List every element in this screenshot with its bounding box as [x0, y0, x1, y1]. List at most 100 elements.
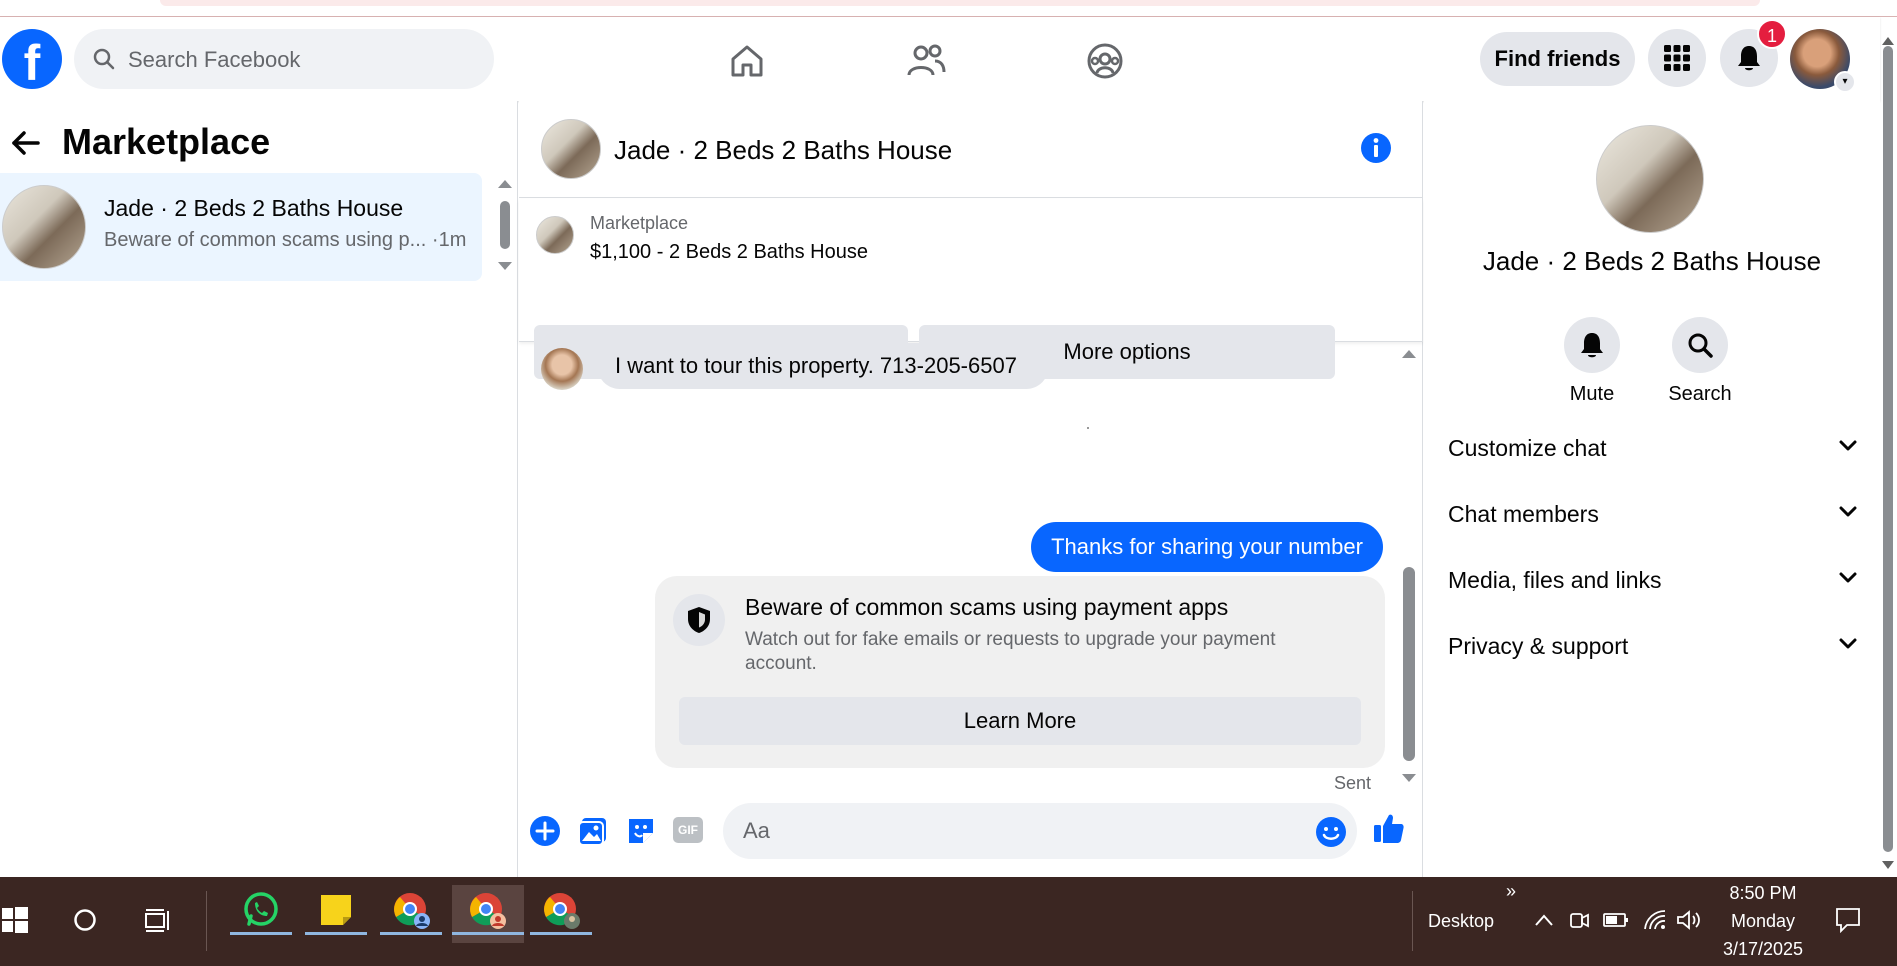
windows-taskbar: Desktop » 8:50 PM Monday 3/17/2025	[0, 877, 1897, 966]
search-label: Search	[1668, 383, 1732, 405]
section-label: Privacy & support	[1448, 633, 1629, 659]
task-view-icon[interactable]	[144, 908, 172, 932]
back-arrow-icon[interactable]	[10, 127, 42, 159]
section-label: Customize chat	[1448, 435, 1607, 461]
plus-icon[interactable]	[529, 815, 561, 847]
sticky-notes-taskbar-button[interactable]	[305, 885, 367, 943]
thread-scrollbar[interactable]	[1403, 567, 1415, 761]
scam-warning-title: Beware of common scams using payment app…	[745, 594, 1229, 620]
customize-chat-section[interactable]: Customize chat	[1448, 419, 1858, 479]
message-input[interactable]: Aa	[723, 803, 1357, 859]
sidebar-scrollbar[interactable]	[500, 201, 510, 249]
listing-banner: Marketplace $1,100 - 2 Beds 2 Baths Hous…	[519, 199, 1423, 379]
section-label: Media, files and links	[1448, 567, 1662, 593]
sticker-icon[interactable]	[625, 815, 657, 847]
listing-thumbnail[interactable]	[536, 216, 574, 254]
message-thread: I want to tour this property. 713-205-65…	[519, 343, 1423, 797]
taskbar-separator	[1412, 891, 1413, 951]
scroll-up-arrow-icon[interactable]	[497, 179, 513, 189]
sticky-notes-icon	[321, 895, 351, 925]
bell-icon	[1581, 333, 1603, 358]
clock-date[interactable]: 3/17/2025	[1714, 939, 1812, 960]
sent-status: Sent	[1334, 773, 1372, 793]
gif-icon[interactable]: GIF	[673, 817, 703, 843]
taskbar-running-indicator	[380, 932, 442, 935]
search-icon	[93, 48, 115, 70]
meet-now-icon[interactable]	[1568, 909, 1590, 931]
incoming-message[interactable]: I want to tour this property. 713-205-65…	[597, 343, 1049, 389]
scroll-down-arrow-icon[interactable]	[1401, 773, 1417, 783]
chevron-down-icon	[1839, 572, 1857, 583]
toolbar-overflow-icon[interactable]: »	[1506, 881, 1516, 902]
page-scrollbar[interactable]	[1883, 46, 1893, 852]
chrome-icon	[470, 893, 506, 929]
scroll-down-arrow-icon[interactable]	[1881, 860, 1895, 870]
listing-thumbnail	[2, 185, 86, 269]
browser-tab-edge	[160, 0, 1760, 6]
chat-header: Jade · 2 Beds 2 Baths House	[519, 101, 1423, 198]
info-icon[interactable]	[1359, 131, 1393, 165]
bell-icon	[1738, 46, 1760, 71]
chrome-icon	[394, 893, 430, 929]
outgoing-message[interactable]: Thanks for sharing your number	[1031, 522, 1383, 572]
menu-button[interactable]	[1648, 29, 1706, 87]
friends-icon[interactable]	[904, 39, 948, 83]
wifi-icon[interactable]	[1643, 909, 1667, 931]
media-files-links-section[interactable]: Media, files and links	[1448, 551, 1858, 611]
photo-icon[interactable]	[577, 815, 609, 847]
action-center-icon[interactable]	[1835, 907, 1861, 933]
learn-more-button[interactable]: Learn More	[679, 697, 1361, 745]
battery-icon[interactable]	[1603, 911, 1629, 929]
home-icon[interactable]	[725, 39, 769, 83]
emoji-icon[interactable]	[1315, 816, 1347, 848]
search-in-chat-button[interactable]: Search	[1652, 317, 1748, 406]
clock-time[interactable]: 8:50 PM	[1720, 883, 1806, 904]
taskbar-running-indicator	[530, 932, 592, 935]
top-navigation-bar: f Search Facebook Find friends 1 ▾	[0, 17, 1880, 101]
listing-price[interactable]: $1,100 - 2 Beds 2 Baths House	[590, 241, 868, 264]
chrome-profile-2-taskbar-button[interactable]	[452, 885, 524, 943]
page-title: Marketplace	[62, 121, 271, 162]
account-avatar[interactable]: ▾	[1790, 29, 1856, 93]
facebook-logo[interactable]: f	[2, 29, 62, 89]
details-name: Jade · 2 Beds 2 Baths House	[1482, 246, 1822, 276]
volume-icon[interactable]	[1676, 909, 1702, 931]
taskbar-running-indicator	[305, 932, 367, 935]
thumbs-up-icon[interactable]	[1372, 811, 1406, 845]
app-grid-icon	[1664, 45, 1690, 71]
chat-avatar[interactable]	[541, 119, 601, 179]
scam-warning-body: Watch out for fake emails or requests to…	[745, 629, 1276, 674]
privacy-support-section[interactable]: Privacy & support	[1448, 617, 1858, 677]
chrome-profile-3-taskbar-button[interactable]	[530, 885, 592, 943]
windows-start-icon[interactable]	[2, 907, 28, 933]
chevron-down-icon	[1839, 506, 1857, 517]
section-label: Chat members	[1448, 501, 1599, 527]
scroll-down-arrow-icon[interactable]	[497, 261, 513, 271]
notification-badge: 1	[1757, 19, 1787, 49]
desktop-toolbar-label[interactable]: Desktop	[1428, 911, 1494, 932]
search-facebook-input[interactable]: Search Facebook	[74, 29, 494, 89]
whatsapp-taskbar-button[interactable]	[230, 885, 292, 943]
chat-details-panel: Jade · 2 Beds 2 Baths House Mute Search …	[1424, 101, 1880, 877]
search-icon	[1688, 333, 1713, 358]
scroll-up-arrow-icon[interactable]	[1401, 349, 1417, 359]
chats-sidebar: Marketplace Jade · 2 Beds 2 Baths House …	[0, 101, 518, 877]
conversation-list-item[interactable]: Jade · 2 Beds 2 Baths House Beware of co…	[0, 173, 482, 281]
cortana-icon[interactable]	[73, 908, 97, 932]
groups-icon[interactable]	[1083, 39, 1127, 83]
mute-button[interactable]: Mute	[1544, 317, 1640, 406]
taskbar-running-indicator	[452, 932, 524, 935]
chat-panel: Jade · 2 Beds 2 Baths House Marketplace …	[519, 101, 1423, 877]
taskbar-separator	[206, 891, 207, 951]
chevron-down-icon	[1839, 638, 1857, 649]
chat-title[interactable]: Jade · 2 Beds 2 Baths House	[614, 135, 952, 166]
scroll-up-arrow-icon[interactable]	[1881, 36, 1895, 46]
show-hidden-icons-icon[interactable]	[1534, 913, 1554, 927]
shield-icon	[673, 594, 725, 646]
clock-day[interactable]: Monday	[1720, 911, 1806, 932]
details-avatar[interactable]	[1596, 125, 1704, 233]
chat-members-section[interactable]: Chat members	[1448, 485, 1858, 545]
find-friends-button[interactable]: Find friends	[1480, 32, 1635, 86]
chrome-profile-1-taskbar-button[interactable]	[380, 885, 442, 943]
sender-avatar[interactable]	[541, 348, 583, 390]
